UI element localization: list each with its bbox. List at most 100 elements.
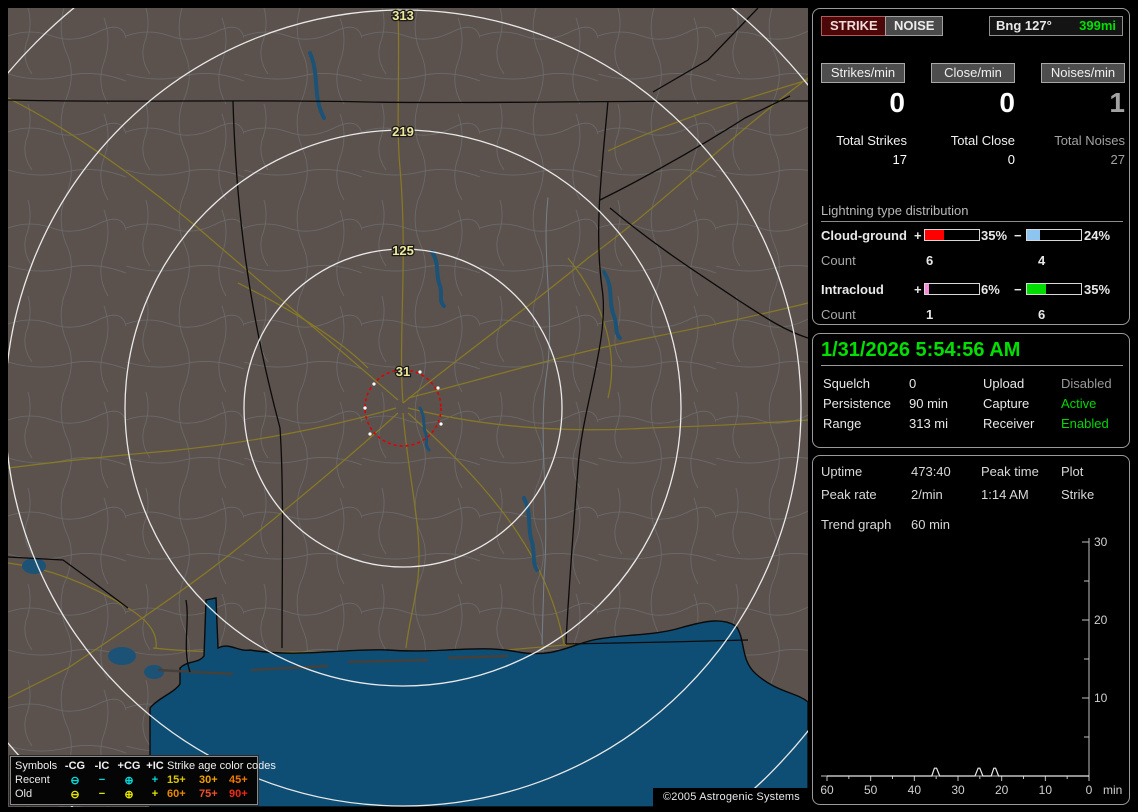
cg-minus-count: 4 xyxy=(1038,253,1046,268)
cg-plus-count: 6 xyxy=(926,253,934,268)
intracloud-label: Intracloud xyxy=(821,282,884,297)
legend-age-title: Strike age color codes xyxy=(167,760,276,772)
pos-ic-old-icon: + xyxy=(151,788,159,800)
svg-text:20: 20 xyxy=(1094,613,1108,627)
age-30: 30+ xyxy=(199,774,218,786)
legend-col-pcg: +CG xyxy=(117,760,141,772)
minus-sign: − xyxy=(1014,282,1022,297)
noise-mode-button[interactable]: NOISE xyxy=(885,16,944,36)
uptime-value: 473:40 xyxy=(911,464,951,479)
svg-text:60: 60 xyxy=(820,783,834,797)
count-label: Count xyxy=(821,307,856,322)
legend-symbols-header: Symbols xyxy=(15,760,58,772)
total-close-label: Total Close xyxy=(950,133,1015,148)
date-time: 1/31/2026 5:54:56 AM xyxy=(821,339,1021,361)
ic-minus-count: 6 xyxy=(1038,307,1046,322)
cg-plus-pct: 35% xyxy=(981,228,1008,243)
ic-minus-bar xyxy=(1026,283,1082,295)
lightning-map[interactable]: 313 219 125 31 Symbols -CG -IC +CG +IC S… xyxy=(8,8,808,807)
squelch-value: 0 xyxy=(909,376,917,391)
svg-text:min: min xyxy=(1103,783,1122,797)
cg-minus-bar xyxy=(1026,229,1082,241)
neg-ic-old-icon: − xyxy=(98,788,106,800)
close-per-min-value: 0 xyxy=(999,87,1015,118)
peak-rate-value: 2/min xyxy=(911,487,943,502)
ic-plus-bar xyxy=(924,283,980,295)
squelch-label: Squelch xyxy=(823,376,870,391)
ic-minus-bar-fill xyxy=(1027,284,1046,294)
svg-text:30: 30 xyxy=(951,783,965,797)
stats-panel: STRIKE NOISE Bng 127° 399mi Strikes/min … xyxy=(812,8,1130,325)
cg-minus-bar-fill xyxy=(1027,230,1040,240)
pos-cg-recent-icon: ⊕ xyxy=(124,774,134,787)
upload-label: Upload xyxy=(983,376,1025,391)
cg-minus-pct: 24% xyxy=(1084,228,1111,243)
persistence-label: Persistence xyxy=(823,396,891,411)
intracloud-count-row: Count 1 6 xyxy=(813,307,1131,323)
symbol-legend: Symbols -CG -IC +CG +IC Strike age color… xyxy=(9,755,276,806)
count-label: Count xyxy=(821,253,856,268)
status-panel: 1/31/2026 5:54:56 AM Squelch 0 Upload Di… xyxy=(812,333,1130,448)
receiver-label: Receiver xyxy=(983,416,1035,431)
ic-plus-bar-fill xyxy=(925,284,930,294)
divider xyxy=(821,365,1123,366)
legend-row-recent-label: Recent xyxy=(15,774,50,786)
neg-ic-recent-icon: − xyxy=(98,774,106,786)
noises-per-min-badge[interactable]: Noises/min xyxy=(1041,63,1125,83)
bearing-range-badge: Bng 127° 399mi xyxy=(989,16,1123,36)
legend-col-ncg: -CG xyxy=(64,760,86,772)
svg-text:40: 40 xyxy=(908,783,922,797)
plot-label: Plot xyxy=(1061,464,1084,479)
svg-text:50: 50 xyxy=(864,783,878,797)
trend-panel: Uptime 473:40 Peak time Plot Peak rate 2… xyxy=(812,455,1130,805)
age-60: 60+ xyxy=(167,788,186,800)
receiver-status: Enabled xyxy=(1061,416,1109,431)
peak-rate-label: Peak rate xyxy=(821,487,877,502)
total-close-value: 0 xyxy=(1007,152,1015,167)
total-noises-label: Total Noises xyxy=(1054,133,1125,148)
ring-label-313: 313 xyxy=(392,8,414,23)
intracloud-row: Intracloud + 6% − 35% xyxy=(813,282,1131,298)
range-setting-value: 313 mi xyxy=(909,416,949,431)
ring-label-219: 219 xyxy=(392,124,414,139)
age-90: 90+ xyxy=(229,788,248,800)
trend-window-value: 60 min xyxy=(911,517,951,532)
neg-cg-recent-icon: ⊖ xyxy=(70,774,80,787)
ring-label-31: 31 xyxy=(396,364,410,379)
total-strikes-value: 17 xyxy=(892,152,907,167)
range-label: Range xyxy=(823,416,862,431)
pos-cg-old-icon: ⊕ xyxy=(124,788,134,801)
age-75: 75+ xyxy=(199,788,218,800)
strikes-per-min-value: 0 xyxy=(889,87,905,118)
trend-graph-label: Trend graph xyxy=(821,517,892,532)
strike-mode-button[interactable]: STRIKE xyxy=(821,16,887,36)
neg-cg-old-icon: ⊖ xyxy=(70,788,80,801)
range-value: 399mi xyxy=(1079,18,1116,33)
map-canvas: 313 219 125 31 xyxy=(8,8,808,807)
plot-value: Strike xyxy=(1061,487,1095,502)
plus-sign: + xyxy=(914,282,922,297)
distribution-title: Lightning type distribution xyxy=(821,203,1123,222)
ring-label-125: 125 xyxy=(392,243,414,258)
pos-ic-recent-icon: + xyxy=(151,774,159,786)
strikes-per-min-badge[interactable]: Strikes/min xyxy=(821,63,905,83)
peak-time-value: 1:14 AM xyxy=(981,487,1029,502)
capture-label: Capture xyxy=(983,396,1030,411)
svg-text:20: 20 xyxy=(995,783,1009,797)
ic-plus-pct: 6% xyxy=(981,282,1000,297)
age-15: 15+ xyxy=(167,774,186,786)
svg-text:10: 10 xyxy=(1039,783,1053,797)
bearing-value: Bng 127° xyxy=(996,18,1052,33)
capture-status: Active xyxy=(1061,396,1097,411)
peak-time-label: Peak time xyxy=(981,464,1039,479)
upload-status: Disabled xyxy=(1061,376,1112,391)
cg-plus-bar-fill xyxy=(925,230,944,240)
legend-row-old-label: Old xyxy=(15,788,33,800)
total-noises-value: 27 xyxy=(1110,152,1125,167)
close-per-min-badge[interactable]: Close/min xyxy=(931,63,1015,83)
cloud-ground-label: Cloud-ground xyxy=(821,228,907,243)
legend-col-pic: +IC xyxy=(146,760,164,772)
legend-col-nic: -IC xyxy=(94,760,110,772)
svg-text:10: 10 xyxy=(1094,691,1108,705)
cg-plus-bar xyxy=(924,229,980,241)
